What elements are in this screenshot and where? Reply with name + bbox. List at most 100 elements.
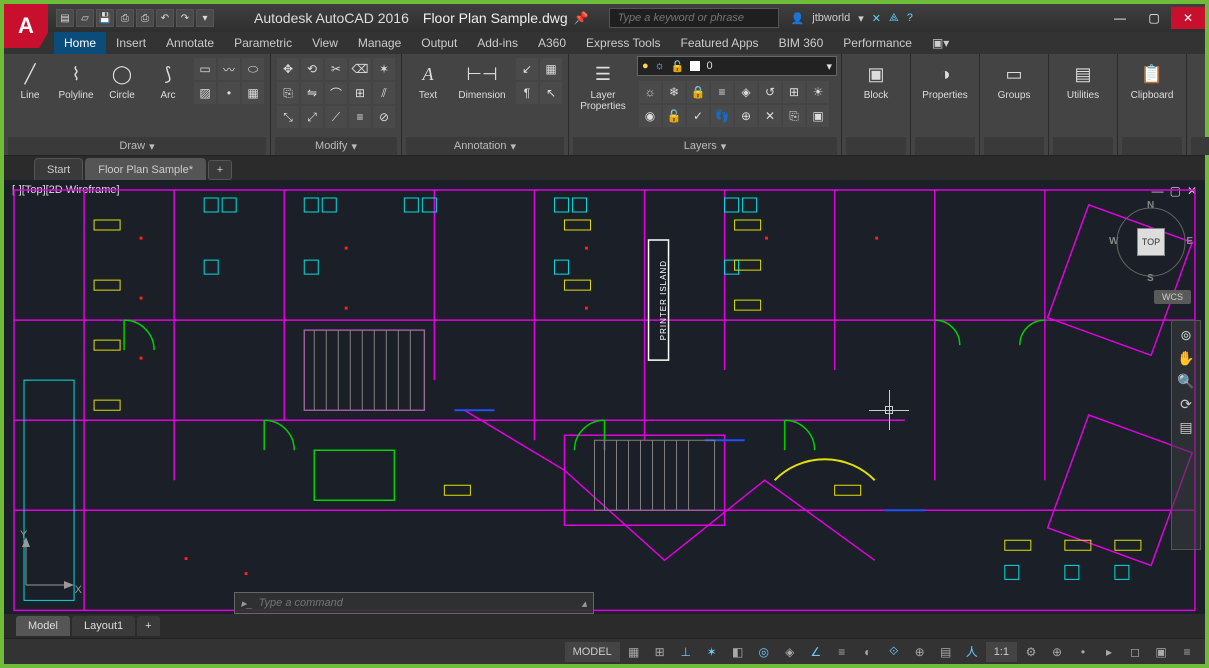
polyline-button[interactable]: ⌇Polyline: [54, 56, 98, 101]
explode-icon[interactable]: ✶: [373, 58, 395, 80]
command-line[interactable]: ▸_ ▴: [234, 592, 594, 614]
tab-annotate[interactable]: Annotate: [156, 32, 224, 54]
point-icon[interactable]: •: [218, 82, 240, 104]
tab-manage[interactable]: Manage: [348, 32, 411, 54]
rectangle-icon[interactable]: ▭: [194, 58, 216, 80]
clipboard-button[interactable]: 📋Clipboard: [1122, 56, 1182, 101]
leader-icon[interactable]: ↙: [516, 58, 538, 80]
layer-thaw-icon[interactable]: ☀: [807, 81, 829, 103]
layer-merge-icon[interactable]: ⊕: [735, 105, 757, 127]
tab-focus-icon[interactable]: ▣▾: [922, 32, 959, 54]
customize-status-icon[interactable]: ≡: [1175, 642, 1199, 662]
clean-screen-icon[interactable]: ▣: [1149, 642, 1173, 662]
user-dropdown-icon[interactable]: ▾: [858, 12, 864, 25]
tab-performance[interactable]: Performance: [833, 32, 922, 54]
layer-freeze-icon[interactable]: ❄: [663, 81, 685, 103]
showmotion-icon[interactable]: ▤: [1179, 419, 1192, 436]
arc-button[interactable]: ⟆Arc: [146, 56, 190, 101]
panel-annotation-label[interactable]: Annotation▾: [406, 137, 564, 155]
viewcube[interactable]: N S E W TOP: [1111, 202, 1191, 282]
align-icon[interactable]: ≡: [349, 106, 371, 128]
command-input[interactable]: [259, 597, 576, 609]
layout-tab-model[interactable]: Model: [16, 616, 70, 636]
block-button[interactable]: ▣Block: [846, 56, 906, 101]
region-icon[interactable]: ▦: [242, 82, 264, 104]
grid-toggle-icon[interactable]: ▦: [622, 642, 646, 662]
units-icon[interactable]: •: [1071, 642, 1095, 662]
qat-dropdown-icon[interactable]: ▾: [196, 9, 214, 27]
search-box[interactable]: [609, 8, 779, 28]
file-tab-start[interactable]: Start: [34, 158, 83, 180]
anno-scale-value[interactable]: 1:1: [986, 642, 1017, 662]
file-tab-add-button[interactable]: +: [208, 160, 232, 180]
tab-bim360[interactable]: BIM 360: [769, 32, 834, 54]
mtext-icon[interactable]: ¶: [516, 82, 538, 104]
tab-addins[interactable]: Add-ins: [467, 32, 528, 54]
ellipse-icon[interactable]: ⬭: [242, 58, 264, 80]
move-icon[interactable]: ✥: [277, 58, 299, 80]
exchange-x-icon[interactable]: ✕: [872, 12, 881, 25]
quick-props-icon[interactable]: ▤: [934, 642, 958, 662]
close-button[interactable]: ✕: [1171, 7, 1205, 29]
layer-walk-icon[interactable]: 👣: [711, 105, 733, 127]
layer-cur-icon[interactable]: ✓: [687, 105, 709, 127]
erase-icon[interactable]: ⌫: [349, 58, 371, 80]
qat-save-icon[interactable]: 💾: [96, 9, 114, 27]
snap-toggle-icon[interactable]: ⊞: [648, 642, 672, 662]
ortho-toggle-icon[interactable]: ⊥: [674, 642, 698, 662]
view-button[interactable]: ▭View: [1191, 56, 1209, 101]
mirror-icon[interactable]: ⇋: [301, 82, 323, 104]
layer-unlock-icon[interactable]: 🔓: [663, 105, 685, 127]
layer-vpf-icon[interactable]: ▣: [807, 105, 829, 127]
minimize-button[interactable]: —: [1103, 7, 1137, 29]
qat-redo-icon[interactable]: ↷: [176, 9, 194, 27]
help-icon[interactable]: ?: [907, 12, 913, 24]
transparency-icon[interactable]: ◐: [856, 642, 880, 662]
layout-tab-add[interactable]: +: [137, 616, 159, 636]
line-button[interactable]: ╱Line: [8, 56, 52, 101]
annoscale-icon[interactable]: 人: [960, 642, 984, 662]
qat-open-icon[interactable]: ▱: [76, 9, 94, 27]
exchange-apps-icon[interactable]: ⟁: [889, 12, 899, 25]
workspace-icon[interactable]: ⚙: [1019, 642, 1043, 662]
layer-copy-icon[interactable]: ⎘: [783, 105, 805, 127]
qat-new-icon[interactable]: ▤: [56, 9, 74, 27]
file-tab-current[interactable]: Floor Plan Sample*: [85, 158, 206, 180]
copy-icon[interactable]: ⎘: [277, 82, 299, 104]
selection-cycling-icon[interactable]: ⟐: [882, 642, 906, 662]
layer-iso-icon[interactable]: ◈: [735, 81, 757, 103]
layer-state-icon[interactable]: ⊞: [783, 81, 805, 103]
cmd-options-icon[interactable]: ▴: [581, 597, 587, 610]
annotation-monitor-icon[interactable]: ⊕: [1045, 642, 1069, 662]
qat-print-icon[interactable]: ⎙: [136, 9, 154, 27]
zoom-extents-icon[interactable]: 🔍: [1177, 373, 1194, 390]
tab-view[interactable]: View: [302, 32, 348, 54]
hatch-icon[interactable]: ▨: [194, 82, 216, 104]
wcs-badge[interactable]: WCS: [1154, 290, 1191, 304]
isodraft-icon[interactable]: ◧: [726, 642, 750, 662]
isolate-icon[interactable]: ◻: [1123, 642, 1147, 662]
status-model-button[interactable]: MODEL: [565, 642, 620, 662]
panel-modify-label[interactable]: Modify▾: [275, 137, 397, 155]
tab-featured[interactable]: Featured Apps: [671, 32, 769, 54]
dimension-button[interactable]: ⊢⊣Dimension: [452, 56, 512, 101]
layer-prev-icon[interactable]: ↺: [759, 81, 781, 103]
trim-icon[interactable]: ✂: [325, 58, 347, 80]
pin-icon[interactable]: 📌: [574, 11, 589, 25]
array-icon[interactable]: ⊞: [349, 82, 371, 104]
utilities-button[interactable]: ▤Utilities: [1053, 56, 1113, 101]
stretch-icon[interactable]: ⤡: [277, 106, 299, 128]
lineweight-icon[interactable]: ≡: [830, 642, 854, 662]
app-logo-icon[interactable]: A: [4, 4, 48, 48]
groups-button[interactable]: ▭Groups: [984, 56, 1044, 101]
offset-icon[interactable]: ⫽: [373, 82, 395, 104]
text-button[interactable]: AText: [406, 56, 450, 101]
chamfer-icon[interactable]: ⟋: [325, 106, 347, 128]
layout-tab-layout1[interactable]: Layout1: [72, 616, 135, 636]
spline-icon[interactable]: 〰: [218, 58, 240, 80]
signin-icon[interactable]: 👤: [791, 12, 805, 25]
viewcube-top-face[interactable]: TOP: [1137, 228, 1165, 256]
otrack-icon[interactable]: ∠: [804, 642, 828, 662]
scale-icon[interactable]: ⤢: [301, 106, 323, 128]
layer-lock-icon[interactable]: 🔒: [687, 81, 709, 103]
